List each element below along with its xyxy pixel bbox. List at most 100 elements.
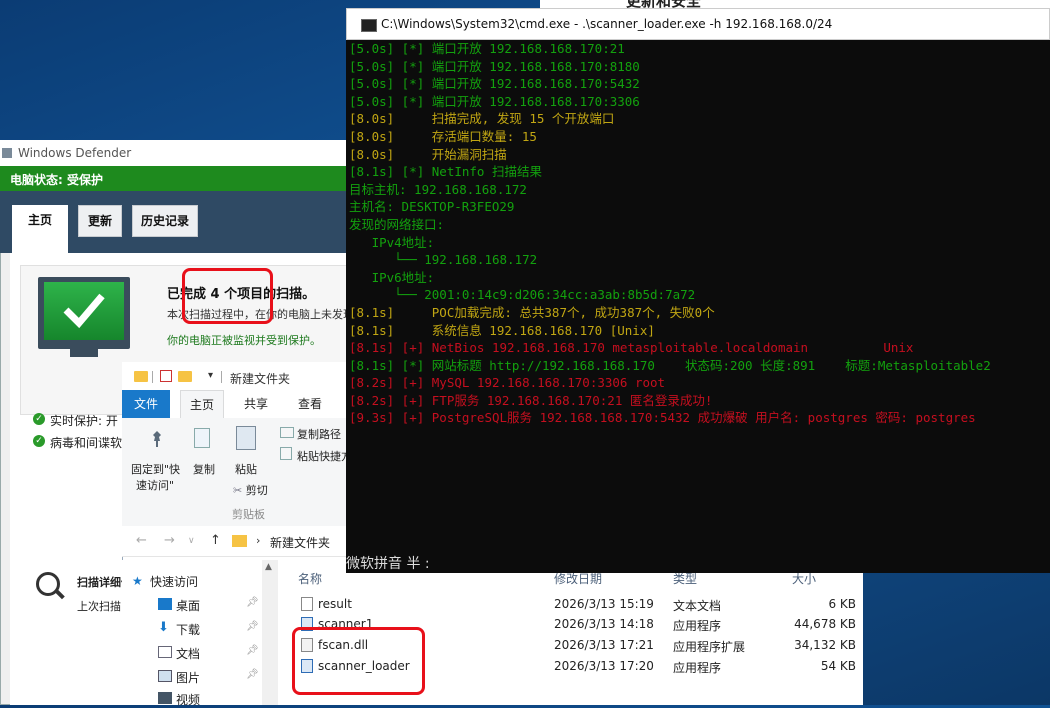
file-name: result [318, 597, 352, 611]
up-arrow-icon[interactable]: ↑ [210, 533, 221, 548]
file-row[interactable]: result 2026/3/13 15:19 文本文档 6 KB [290, 594, 863, 614]
console-line: [9.3s] [+] PostgreSQL服务 192.168.168.170:… [349, 410, 976, 426]
console-line: [8.0s] 存活端口数量: 15 [349, 128, 537, 144]
tab-update[interactable]: 更新 [78, 205, 122, 237]
qat-dropdown-icon[interactable]: ▾ [208, 370, 213, 381]
paste-shortcut-icon [280, 447, 292, 460]
console-line: [5.0s] [*] 端口开放 192.168.168.170:3306 [349, 93, 640, 109]
recent-dropdown-icon[interactable]: ∨ [188, 536, 195, 546]
back-arrow-icon[interactable]: ← [136, 533, 147, 548]
file-size: 6 KB [828, 597, 856, 611]
pin-icon[interactable] [150, 430, 164, 448]
quick-access-toolbar: ▾ 新建文件夹 [122, 362, 350, 390]
pin-icon[interactable]: 📌︎ [246, 621, 259, 632]
console-line: [8.1s] [+] NetBios 192.168.168.170 metas… [349, 340, 914, 356]
copy-path-label: 复制路径 [297, 428, 341, 441]
nav-downloads-label: 下载 [176, 623, 201, 637]
nav-desktop[interactable]: 桌面 📌︎ [158, 597, 259, 614]
defender-title: Windows Defender [18, 146, 132, 160]
nav-desktop-label: 桌面 [176, 599, 201, 613]
file-type: 应用程序 [673, 619, 722, 633]
console-line: [5.0s] [*] 端口开放 192.168.168.170:8180 [349, 58, 640, 74]
magnifier-handle [54, 588, 65, 600]
file-date: 2026/3/13 14:18 [554, 617, 654, 631]
defender-titlebar[interactable]: Windows Defender [0, 140, 355, 166]
tab-home[interactable]: 主页 [12, 205, 68, 253]
cmd-output[interactable]: [5.0s] [*] 端口开放 192.168.168.170:21 [5.0s]… [346, 40, 1050, 573]
separator [221, 371, 222, 383]
console-line: IPv4地址: [349, 234, 435, 250]
copy-icon[interactable] [194, 428, 210, 448]
check-icon: ✓ [33, 413, 45, 425]
video-icon [158, 692, 172, 704]
star-icon: ★ [132, 574, 143, 588]
paste-button[interactable]: 粘贴 [235, 461, 257, 477]
console-line: └── 192.168.168.172 [349, 252, 538, 268]
forward-arrow-icon[interactable]: → [164, 533, 175, 548]
nav-pictures-label: 图片 [176, 671, 201, 685]
monitoring-text: 你的电脑正被监视并受到保护。 [167, 334, 321, 347]
cut-button[interactable]: ✂ 剪切 [233, 482, 268, 498]
pin-quick-access-label-2[interactable]: 速访问" [136, 477, 174, 493]
realtime-protection-label: 实时保护: 开 [50, 414, 118, 428]
nav-quick-access[interactable]: ★ 快速访问 [132, 573, 198, 590]
file-size: 54 KB [820, 659, 856, 673]
breadcrumb[interactable]: 新建文件夹 [270, 534, 330, 551]
scroll-up-icon[interactable]: ▲ [265, 562, 272, 572]
paste-icon[interactable] [236, 426, 256, 450]
document-icon [158, 646, 172, 658]
pin-icon[interactable]: 📌︎ [246, 645, 259, 656]
console-line: [8.0s] 扫描完成, 发现 15 个开放端口 [349, 111, 615, 127]
cmd-titlebar[interactable]: C:\Windows\System32\cmd.exe - .\scanner_… [346, 8, 1050, 40]
copy-button[interactable]: 复制 [193, 461, 215, 477]
ime-status: 微软拼音 半 : [346, 556, 430, 572]
file-type: 文本文档 [673, 599, 722, 613]
ribbon-tabs: 文件 主页 共享 查看 [122, 390, 350, 419]
console-line: 发现的网络接口: [349, 216, 445, 232]
address-bar: ← → ∨ ↑ › 新建文件夹 [122, 526, 350, 557]
realtime-protection-status: ✓ 实时保护: 开 [33, 412, 118, 429]
file-type: 应用程序 [673, 661, 722, 675]
scissors-icon: ✂ [233, 484, 243, 497]
file-date: 2026/3/13 17:20 [554, 659, 654, 673]
ribbon-tab-file[interactable]: 文件 [122, 390, 170, 418]
console-line: [8.2s] [+] FTP服务 192.168.168.170:21 匿名登录… [349, 392, 713, 408]
console-line: [8.0s] 开始漏洞扫描 [349, 146, 507, 162]
ribbon-tab-view[interactable]: 查看 [288, 390, 332, 418]
ribbon-tab-home[interactable]: 主页 [180, 390, 224, 418]
explorer-title: 新建文件夹 [230, 372, 291, 386]
txt-file-icon [301, 597, 313, 611]
file-size: 44,678 KB [794, 617, 856, 631]
console-line: [8.1s] 系统信息 192.168.168.170 [Unix] [349, 322, 655, 338]
copy-path-icon [280, 427, 294, 438]
console-line: [8.1s] POC加载完成: 总共387个, 成功387个, 失败0个 [349, 304, 715, 320]
pin-icon[interactable]: 📌︎ [246, 597, 259, 608]
nav-pictures[interactable]: 图片 📌︎ [158, 669, 259, 686]
defender-status-bar: 电脑状态: 受保护 [0, 166, 355, 191]
ribbon-tab-share[interactable]: 共享 [234, 390, 278, 418]
navigation-pane: ★ 快速访问 桌面 📌︎ ⬇ 下载 📌︎ 文档 📌︎ 图片 📌︎ 视频 [122, 560, 263, 708]
console-line: [8.2s] [+] MySQL 192.168.168.170:3306 ro… [349, 375, 666, 391]
nav-documents[interactable]: 文档 📌︎ [158, 645, 259, 662]
properties-icon[interactable] [160, 370, 172, 382]
copy-path-button[interactable]: 复制路径 [280, 426, 341, 442]
nav-downloads[interactable]: ⬇ 下载 📌︎ [158, 620, 259, 638]
folder-icon [232, 535, 247, 547]
breadcrumb-chevron-icon[interactable]: › [256, 534, 260, 547]
defender-status-text: 电脑状态: 受保护 [10, 173, 103, 187]
pictures-icon [158, 670, 172, 682]
download-icon: ⬇ [158, 620, 169, 635]
console-line: 目标主机: 192.168.168.172 [349, 181, 527, 197]
nav-scrollbar[interactable]: ▲ [262, 560, 278, 705]
tab-history[interactable]: 历史记录 [132, 205, 198, 237]
console-line: [5.0s] [*] 端口开放 192.168.168.170:21 [349, 41, 625, 56]
nav-videos[interactable]: 视频 [158, 691, 200, 708]
defender-tab-band: 主页 更新 历史记录 [0, 191, 355, 253]
check-icon: ✓ [33, 435, 45, 447]
pin-icon[interactable]: 📌︎ [246, 669, 259, 680]
pin-quick-access-label[interactable]: 固定到"快 [131, 461, 180, 477]
column-name[interactable]: 名称 [298, 570, 322, 587]
cut-label: 剪切 [245, 484, 268, 497]
new-folder-icon[interactable] [178, 371, 192, 382]
file-size: 34,132 KB [794, 638, 856, 652]
